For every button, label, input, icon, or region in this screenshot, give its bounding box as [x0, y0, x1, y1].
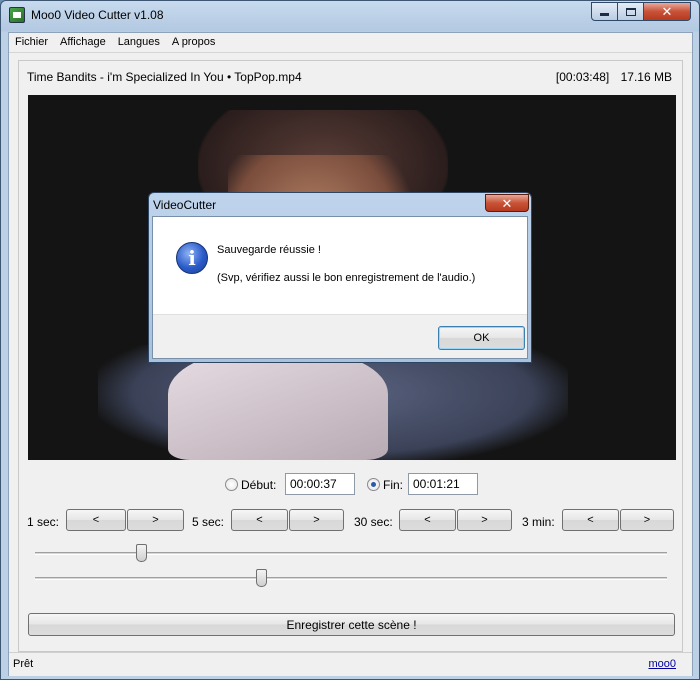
step-3m-forward-button[interactable]: > — [620, 509, 674, 531]
dialog-title: VideoCutter — [153, 198, 217, 212]
start-radio[interactable] — [225, 478, 238, 491]
step-30s-forward-button[interactable]: > — [457, 509, 512, 531]
file-duration: [00:03:48] — [555, 70, 610, 84]
step-5s-label: 5 sec: — [192, 515, 225, 529]
menu-affichage[interactable]: Affichage — [54, 33, 112, 52]
moo0-link[interactable]: moo0 — [648, 658, 676, 670]
start-time-field[interactable]: 00:00:37 — [285, 473, 355, 495]
dialog-close-button[interactable]: ✕ — [485, 194, 529, 212]
start-slider-thumb[interactable] — [135, 544, 147, 562]
info-icon: i — [176, 242, 208, 274]
step-3m-label: 3 min: — [522, 515, 555, 529]
step-30s-back-button[interactable]: < — [399, 509, 456, 531]
video-frame-scarf — [168, 350, 388, 460]
file-name: Time Bandits - i'm Specialized In You • … — [27, 70, 302, 84]
dialog-message: Sauvegarde réussie ! — [217, 244, 321, 256]
close-icon: ✕ — [661, 4, 673, 19]
close-icon: ✕ — [501, 195, 513, 211]
step-5s-back-button[interactable]: < — [231, 509, 288, 531]
message-dialog: VideoCutter ✕ i Sauvegarde réussie ! (Sv… — [148, 192, 532, 363]
end-slider-track[interactable] — [35, 577, 667, 580]
end-radio[interactable] — [367, 478, 380, 491]
step-5s-forward-button[interactable]: > — [289, 509, 344, 531]
window-title: Moo0 Video Cutter v1.08 — [31, 8, 164, 22]
step-3m-back-button[interactable]: < — [562, 509, 619, 531]
status-bar: Prêt moo0 — [9, 652, 692, 676]
start-label: Début: — [241, 478, 277, 492]
step-1s-label: 1 sec: — [27, 515, 60, 529]
menu-fichier[interactable]: Fichier — [9, 33, 54, 52]
save-scene-button[interactable]: Enregistrer cette scène ! — [28, 613, 675, 636]
menu-bar: Fichier Affichage Langues A propos — [9, 33, 692, 53]
step-30s-label: 30 sec: — [354, 515, 393, 529]
end-label: Fin: — [383, 478, 404, 492]
file-size: 17.16 MB — [620, 70, 672, 84]
dialog-detail: (Svp, vérifiez aussi le bon enregistreme… — [217, 272, 476, 284]
menu-langues[interactable]: Langues — [112, 33, 166, 52]
minimize-icon — [600, 13, 609, 16]
close-button[interactable]: ✕ — [643, 2, 691, 21]
ok-button[interactable]: OK — [438, 326, 525, 350]
start-slider-track[interactable] — [35, 552, 667, 555]
maximize-button[interactable] — [617, 2, 644, 21]
end-slider-thumb[interactable] — [255, 569, 267, 587]
menu-a-propos[interactable]: A propos — [166, 33, 221, 52]
dialog-body: i Sauvegarde réussie ! (Svp, vérifiez au… — [152, 216, 528, 359]
step-1s-back-button[interactable]: < — [66, 509, 126, 531]
step-1s-forward-button[interactable]: > — [127, 509, 184, 531]
app-icon — [9, 7, 25, 23]
dialog-footer: OK — [153, 314, 527, 358]
minimize-button[interactable] — [591, 2, 618, 21]
title-bar[interactable]: Moo0 Video Cutter v1.08 ✕ — [1, 1, 699, 31]
end-time-field[interactable]: 00:01:21 — [408, 473, 478, 495]
maximize-icon — [625, 7, 636, 16]
range-row: Début: 00:00:37 Fin: 00:01:21 — [9, 473, 692, 497]
status-text: Prêt — [13, 658, 34, 670]
file-meta: [00:03:48] 17.16 MB — [556, 70, 672, 84]
